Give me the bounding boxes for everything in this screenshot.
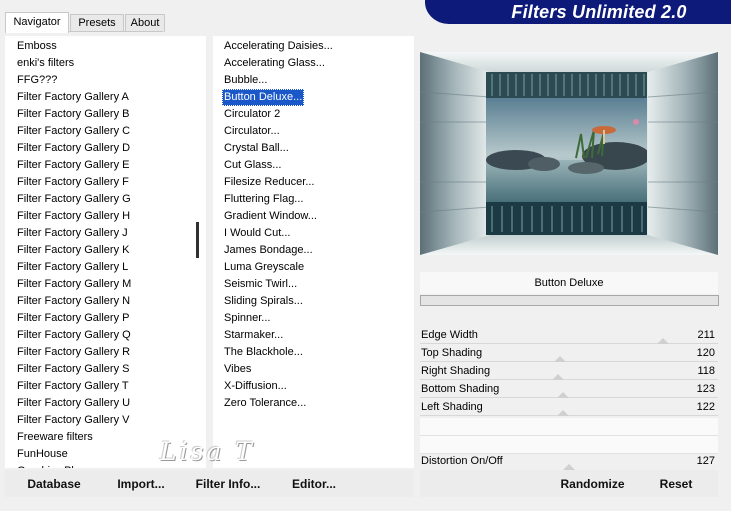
slider-value: 118: [697, 365, 715, 377]
slider-top-shading[interactable]: Top Shading 120: [420, 345, 718, 362]
slider-left-shading[interactable]: Left Shading 122: [420, 399, 718, 416]
slider-track[interactable]: [420, 415, 718, 416]
category-item[interactable]: Filter Factory Gallery R: [17, 344, 130, 361]
empty-slider-row: [420, 436, 718, 454]
database-button[interactable]: Database: [20, 472, 88, 496]
category-item[interactable]: Filter Factory Gallery C: [17, 123, 130, 140]
category-item[interactable]: Graphics Plus: [17, 463, 85, 468]
category-item[interactable]: Filter Factory Gallery T: [17, 378, 129, 395]
filter-item[interactable]: Filesize Reducer...: [224, 174, 314, 191]
filter-item[interactable]: Starmaker...: [224, 327, 283, 344]
slider-thumb[interactable]: [552, 374, 564, 380]
filter-item[interactable]: I Would Cut...: [224, 225, 290, 242]
import-button[interactable]: Import...: [110, 472, 172, 496]
randomize-button[interactable]: Randomize: [555, 472, 630, 496]
slider-thumb[interactable]: [554, 356, 566, 362]
preview-scene-art: [486, 72, 647, 235]
category-item[interactable]: Filter Factory Gallery M: [17, 276, 131, 293]
category-item[interactable]: Filter Factory Gallery Q: [17, 327, 131, 344]
category-item[interactable]: Filter Factory Gallery G: [17, 191, 131, 208]
filter-item[interactable]: Accelerating Glass...: [224, 55, 325, 72]
category-item[interactable]: FunHouse: [17, 446, 68, 463]
slider-value: 122: [696, 401, 715, 413]
tab-navigator[interactable]: Navigator: [5, 12, 69, 33]
scrollbar-thumb[interactable]: [196, 222, 199, 258]
category-list[interactable]: Emboss enki's filters FFG??? Filter Factory…: [5, 36, 206, 468]
category-item[interactable]: Filter Factory Gallery E: [17, 157, 129, 174]
slider-bottom-shading[interactable]: Bottom Shading 123: [420, 381, 718, 398]
filter-item[interactable]: Zero Tolerance...: [224, 395, 306, 412]
category-item[interactable]: Filter Factory Gallery J: [17, 225, 128, 242]
filter-item[interactable]: Bubble...: [224, 72, 267, 89]
category-item[interactable]: Filter Factory Gallery A: [17, 89, 129, 106]
category-item[interactable]: Filter Factory Gallery P: [17, 310, 129, 327]
preview-image: [486, 72, 647, 235]
category-item[interactable]: Filter Factory Gallery D: [17, 140, 130, 157]
filter-item[interactable]: Circulator 2: [224, 106, 280, 123]
filter-item[interactable]: James Bondage...: [224, 242, 313, 259]
category-item[interactable]: FFG???: [17, 72, 57, 89]
category-item[interactable]: Filter Factory Gallery N: [17, 293, 130, 310]
filter-item[interactable]: Accelerating Daisies...: [224, 38, 333, 55]
slider-track[interactable]: [420, 397, 718, 398]
category-item[interactable]: Filter Factory Gallery H: [17, 208, 130, 225]
filter-item[interactable]: The Blackhole...: [224, 344, 303, 361]
slider-label: Left Shading: [421, 401, 483, 413]
category-item[interactable]: Filter Factory Gallery B: [17, 106, 129, 123]
slider-distortion[interactable]: Distortion On/Off 127: [420, 453, 718, 470]
slider-label: Edge Width: [421, 329, 478, 341]
slider-track[interactable]: [420, 361, 718, 362]
watermark: Lisa T: [160, 437, 255, 466]
category-item[interactable]: Filter Factory Gallery K: [17, 242, 129, 259]
slider-value: 123: [696, 383, 715, 395]
filter-info-button[interactable]: Filter Info...: [190, 472, 266, 496]
slider-thumb[interactable]: [557, 392, 569, 398]
filter-item[interactable]: Fluttering Flag...: [224, 191, 303, 208]
reset-button[interactable]: Reset: [652, 472, 700, 496]
filter-item[interactable]: X-Diffusion...: [224, 378, 287, 395]
empty-slider-row: [420, 418, 718, 436]
category-item[interactable]: enki's filters: [17, 55, 74, 72]
filter-name-label: Button Deluxe: [420, 272, 718, 294]
slider-label: Top Shading: [421, 347, 483, 359]
slider-edge-width[interactable]: Edge Width 211: [420, 327, 718, 344]
filter-name-bar: [420, 295, 719, 306]
slider-track[interactable]: [420, 343, 718, 344]
filter-item[interactable]: Vibes: [224, 361, 251, 378]
filter-item[interactable]: Circulator...: [224, 123, 280, 140]
filter-item[interactable]: Gradient Window...: [224, 208, 317, 225]
category-item[interactable]: Filter Factory Gallery L: [17, 259, 128, 276]
filter-item-selected[interactable]: Button Deluxe...: [222, 89, 305, 106]
slider-label: Distortion On/Off: [421, 455, 503, 467]
slider-label: Bottom Shading: [421, 383, 500, 395]
category-item[interactable]: Filter Factory Gallery V: [17, 412, 129, 429]
filter-item[interactable]: Spinner...: [224, 310, 270, 327]
tab-about[interactable]: About: [125, 14, 165, 32]
filter-item[interactable]: Sliding Spirals...: [224, 293, 303, 310]
slider-value: 127: [696, 455, 715, 467]
category-item[interactable]: Freeware filters: [17, 429, 93, 446]
category-item[interactable]: Filter Factory Gallery S: [17, 361, 129, 378]
category-item[interactable]: Filter Factory Gallery F: [17, 174, 129, 191]
filter-item[interactable]: Luma Greyscale: [224, 259, 304, 276]
filter-list[interactable]: Accelerating Daisies... Accelerating Glas…: [213, 36, 414, 468]
filter-item[interactable]: Crystal Ball...: [224, 140, 289, 157]
slider-thumb[interactable]: [557, 410, 569, 416]
app-title: Filters Unlimited 2.0: [511, 2, 687, 22]
tab-presets[interactable]: Presets: [70, 14, 124, 32]
slider-thumb[interactable]: [657, 338, 669, 344]
filter-item[interactable]: Cut Glass...: [224, 157, 281, 174]
editor-button[interactable]: Editor...: [288, 472, 340, 496]
category-item[interactable]: Emboss: [17, 38, 57, 55]
slider-label: Right Shading: [421, 365, 491, 377]
filter-item[interactable]: Seismic Twirl...: [224, 276, 297, 293]
slider-track[interactable]: [420, 379, 718, 380]
category-item[interactable]: Filter Factory Gallery U: [17, 395, 130, 412]
slider-value: 211: [697, 329, 715, 341]
slider-right-shading[interactable]: Right Shading 118: [420, 363, 718, 380]
slider-value: 120: [696, 347, 715, 359]
